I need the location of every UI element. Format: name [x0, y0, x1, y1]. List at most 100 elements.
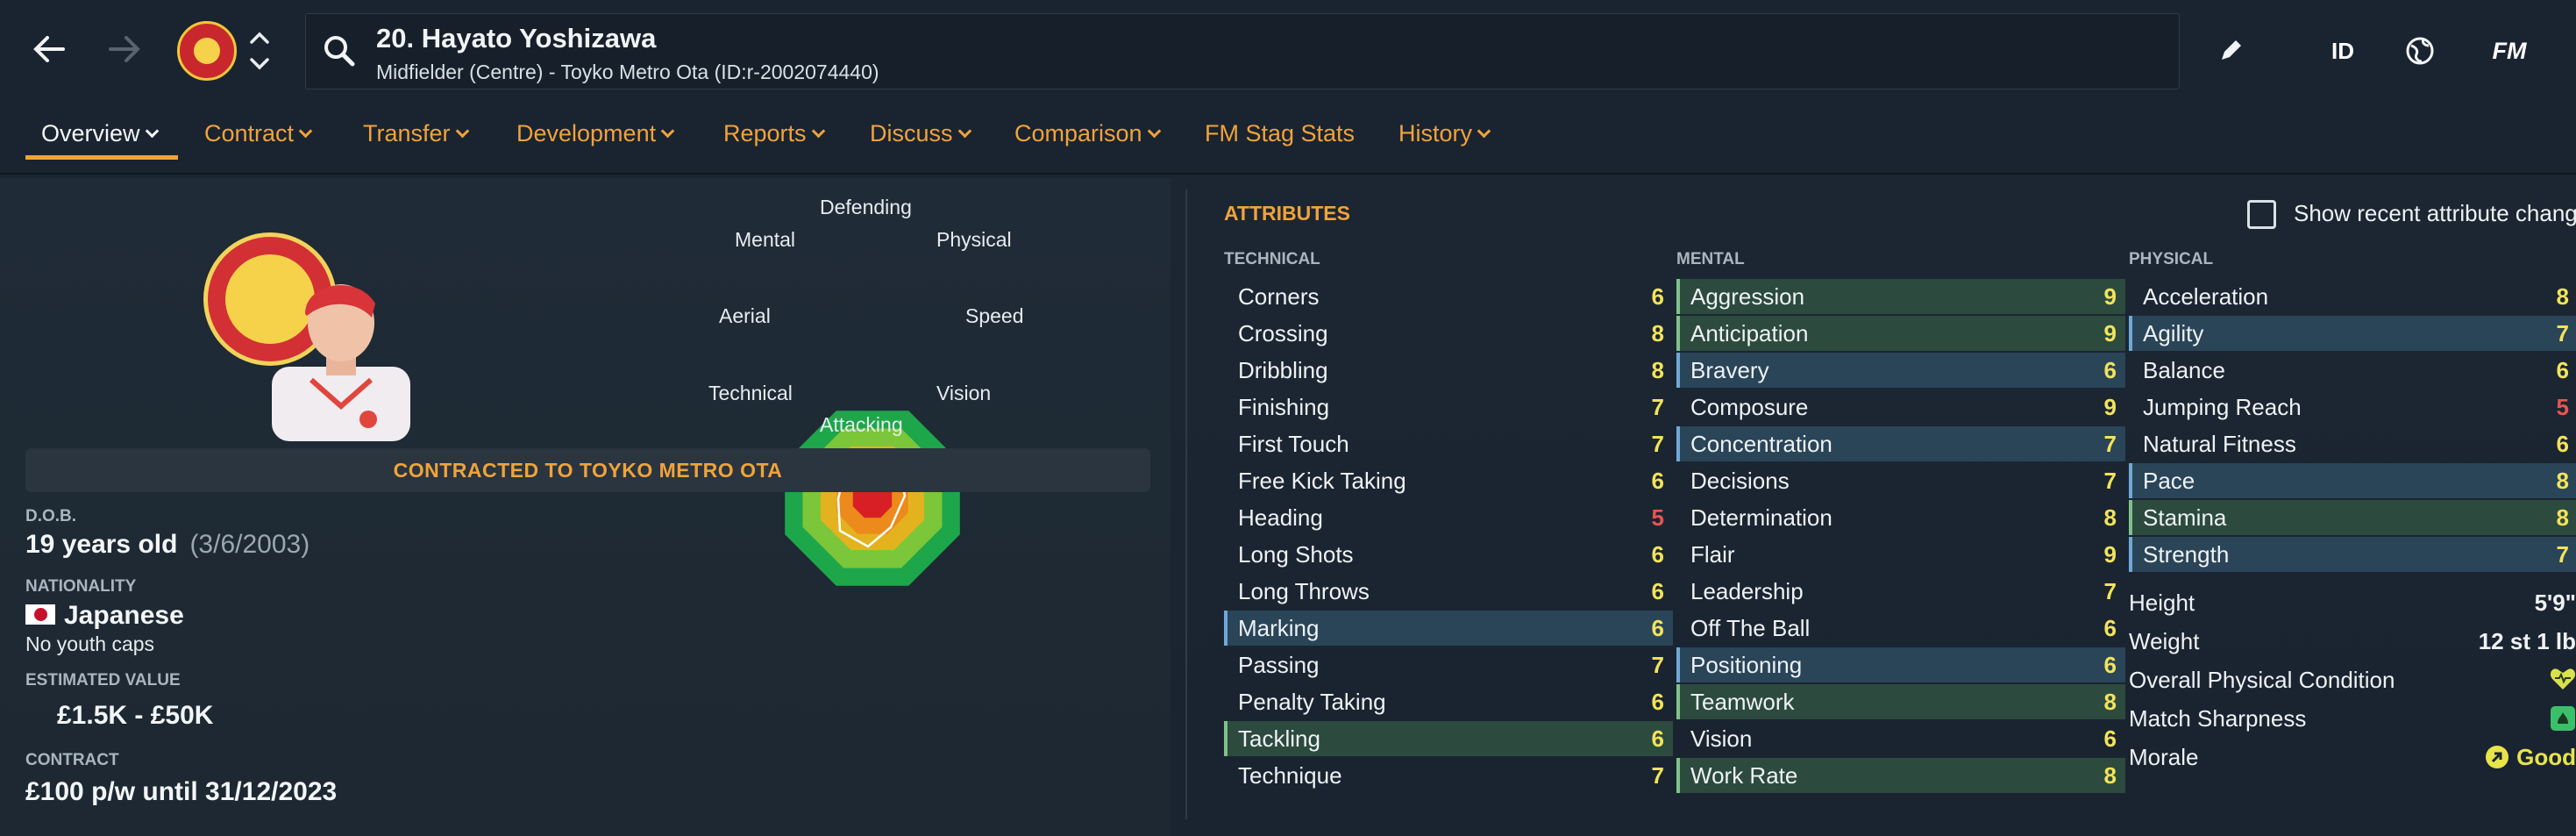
attribute-row-strength[interactable]: Strength 7: [2129, 537, 2576, 572]
chevron-down-icon: [145, 124, 159, 139]
polygon-label-vision: Vision: [936, 382, 992, 404]
globe-icon[interactable]: [2395, 25, 2444, 77]
fm-icon[interactable]: FM: [2474, 25, 2544, 77]
attributes-title: ATTRIBUTES: [1224, 202, 1350, 225]
player-overview-panel: Defending Physical Speed Vision Attackin…: [0, 178, 1171, 836]
attribute-row-anticipation[interactable]: Anticipation 9: [1676, 316, 2125, 351]
attribute-row-acceleration[interactable]: Acceleration 8: [2129, 279, 2576, 314]
estimated-value-label: ESTIMATED VALUE: [25, 671, 181, 690]
attribute-value: 8: [2556, 504, 2569, 531]
morale-value[interactable]: Good: [2485, 744, 2576, 771]
attribute-row-bravery[interactable]: Bravery 6: [1676, 353, 2125, 388]
tab-development[interactable]: Development: [516, 120, 675, 147]
active-tab-indicator: [25, 155, 178, 160]
chevron-down-icon: [455, 124, 469, 139]
attribute-row-agility[interactable]: Agility 7: [2129, 316, 2576, 351]
tab-reports[interactable]: Reports: [723, 120, 825, 147]
player-search-box[interactable]: 20. Hayato Yoshizawa Midfielder (Centre)…: [305, 13, 2180, 89]
match-sharpness-label: Match Sharpness: [2129, 705, 2307, 732]
back-arrow-icon[interactable]: [21, 21, 77, 77]
attribute-row-first-touch[interactable]: First Touch 7: [1224, 426, 1673, 461]
attribute-row-free-kick-taking[interactable]: Free Kick Taking 6: [1224, 463, 1673, 498]
show-recent-changes-label[interactable]: Show recent attribute changes: [2294, 200, 2576, 227]
attribute-value: 6: [2103, 614, 2117, 641]
tab-comparison[interactable]: Comparison: [1014, 120, 1161, 147]
tab-fm-stag-stats[interactable]: FM Stag Stats: [1205, 120, 1355, 147]
search-icon[interactable]: [322, 33, 357, 68]
attribute-row-marking[interactable]: Marking 6: [1224, 611, 1673, 646]
attribute-name: Crossing: [1238, 319, 1328, 347]
attribute-row-natural-fitness[interactable]: Natural Fitness 6: [2129, 426, 2576, 461]
player-switch-arrows[interactable]: [246, 26, 274, 75]
attribute-row-technique[interactable]: Technique 7: [1224, 758, 1673, 793]
attribute-row-heading[interactable]: Heading 5: [1224, 500, 1673, 535]
polygon-label-aerial: Aerial: [719, 304, 771, 327]
attribute-name: Anticipation: [1690, 319, 1809, 347]
attribute-value: 7: [1651, 393, 1664, 420]
tab-contract[interactable]: Contract: [204, 120, 313, 147]
chevron-down-icon: [1477, 124, 1491, 139]
tab-discuss[interactable]: Discuss: [870, 120, 971, 147]
attribute-row-stamina[interactable]: Stamina 8: [2129, 500, 2576, 535]
attribute-name: Aggression: [1690, 282, 1805, 310]
tab-overview[interactable]: Overview: [41, 120, 159, 147]
tab-label: Reports: [723, 120, 807, 146]
tab-label: Transfer: [363, 120, 451, 146]
sharpness-icon[interactable]: [2550, 705, 2576, 738]
tab-label: Contract: [204, 120, 295, 146]
heart-condition-icon[interactable]: [2550, 667, 2576, 697]
attribute-row-dribbling[interactable]: Dribbling 8: [1224, 353, 1673, 388]
attribute-row-off-the-ball[interactable]: Off The Ball 6: [1676, 611, 2125, 646]
attribute-row-penalty-taking[interactable]: Penalty Taking 6: [1224, 684, 1673, 719]
forward-arrow-icon[interactable]: [96, 21, 153, 77]
attribute-name: Work Rate: [1690, 761, 1798, 789]
attribute-value: 8: [2556, 282, 2569, 310]
attribute-row-decisions[interactable]: Decisions 7: [1676, 463, 2125, 498]
attribute-row-work-rate[interactable]: Work Rate 8: [1676, 758, 2125, 793]
nationality-text: Japanese: [64, 601, 184, 630]
attribute-row-passing[interactable]: Passing 7: [1224, 647, 1673, 682]
attribute-name: Natural Fitness: [2143, 430, 2296, 457]
attribute-row-tackling[interactable]: Tackling 6: [1224, 721, 1673, 756]
attribute-name: Off The Ball: [1690, 614, 1811, 641]
edit-pencil-icon[interactable]: [2210, 25, 2252, 77]
attribute-name: Jumping Reach: [2143, 393, 2302, 420]
attribute-row-teamwork[interactable]: Teamwork 8: [1676, 684, 2125, 719]
attribute-value: 7: [2103, 430, 2117, 457]
attribute-name: Stamina: [2143, 504, 2227, 531]
attribute-row-positioning[interactable]: Positioning 6: [1676, 647, 2125, 682]
morale-arrow-icon: [2486, 746, 2509, 768]
attribute-row-jumping-reach[interactable]: Jumping Reach 5: [2129, 389, 2576, 425]
attribute-row-long-throws[interactable]: Long Throws 6: [1224, 574, 1673, 609]
tab-transfer[interactable]: Transfer: [363, 120, 469, 147]
attribute-row-balance[interactable]: Balance 6: [2129, 353, 2576, 388]
attribute-row-vision[interactable]: Vision 6: [1676, 721, 2125, 756]
attribute-row-composure[interactable]: Composure 9: [1676, 389, 2125, 425]
attribute-row-long-shots[interactable]: Long Shots 6: [1224, 537, 1673, 572]
tab-history[interactable]: History: [1398, 120, 1491, 147]
attribute-value: 7: [2556, 319, 2569, 347]
nationality-value[interactable]: Japanese: [25, 601, 184, 631]
attribute-row-aggression[interactable]: Aggression 9: [1676, 279, 2125, 314]
attribute-name: Penalty Taking: [1238, 688, 1386, 715]
attribute-row-flair[interactable]: Flair 9: [1676, 537, 2125, 572]
height-label: Height: [2129, 589, 2195, 616]
attribute-row-pace[interactable]: Pace 8: [2129, 463, 2576, 498]
estimated-value: £1.5K - £50K: [57, 701, 214, 730]
club-crest-small[interactable]: [177, 21, 237, 81]
attribute-row-concentration[interactable]: Concentration 7: [1676, 426, 2125, 461]
age-text: 19 years old: [25, 530, 178, 559]
attribute-row-finishing[interactable]: Finishing 7: [1224, 389, 1673, 425]
chevron-down-icon: [298, 124, 313, 139]
show-recent-changes-checkbox[interactable]: [2247, 200, 2276, 229]
weight-value: 12 st 1 lb: [2478, 628, 2576, 654]
attribute-name: Corners: [1238, 282, 1320, 310]
attribute-value: 7: [1651, 651, 1664, 678]
id-icon[interactable]: ID: [2315, 25, 2371, 77]
attribute-row-crossing[interactable]: Crossing 8: [1224, 316, 1673, 351]
polygon-label-attacking: Attacking: [820, 413, 903, 436]
attribute-row-determination[interactable]: Determination 8: [1676, 500, 2125, 535]
dob-value: (3/6/2003): [189, 530, 310, 559]
attribute-row-leadership[interactable]: Leadership 7: [1676, 574, 2125, 609]
attribute-row-corners[interactable]: Corners 6: [1224, 279, 1673, 314]
